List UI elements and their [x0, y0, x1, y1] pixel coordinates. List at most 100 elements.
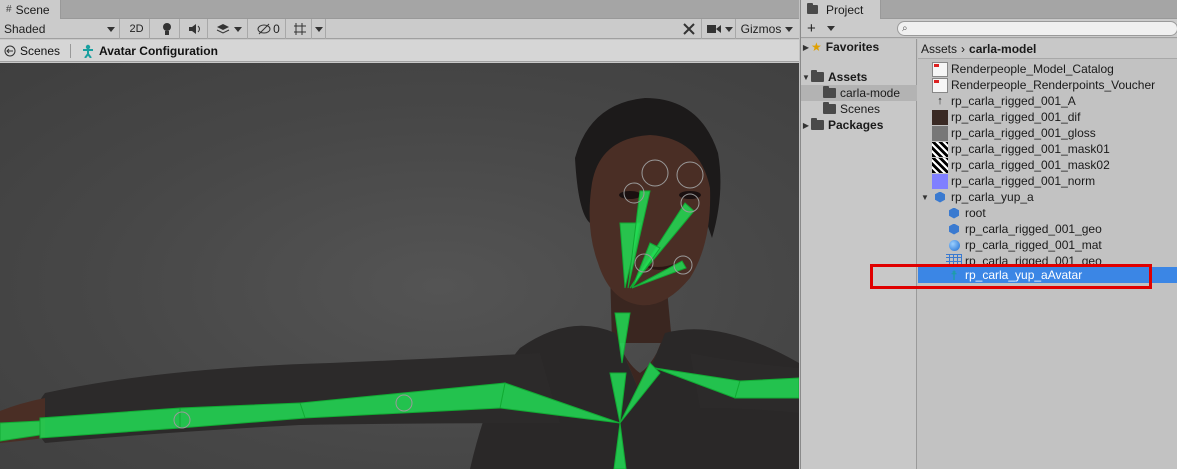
texture-icon [932, 141, 948, 157]
gizmos-label: Gizmos [740, 22, 782, 36]
avatar-icon [83, 44, 94, 58]
expand-arrow-icon[interactable]: ▶ [801, 121, 811, 130]
texture-icon [932, 157, 948, 173]
collapse-arrow-icon[interactable]: ▼ [801, 73, 811, 82]
asset-item[interactable]: Renderpeople_Renderpoints_Voucher [918, 77, 1177, 93]
folder-icon [811, 118, 824, 130]
pdf-icon [932, 61, 948, 77]
breadcrumb-scenes-label: Scenes [20, 43, 61, 58]
hidden-count: 0 [273, 22, 280, 36]
asset-list: Assets › carla-model Renderpeople_Model_… [918, 39, 1177, 469]
tree-item-scenes[interactable]: Scenes [801, 101, 917, 117]
grid-snap-dropdown[interactable] [312, 19, 326, 39]
path-current: carla-model [969, 41, 1037, 56]
effects-dropdown[interactable] [210, 19, 248, 39]
asset-item[interactable]: rp_carla_rigged_001_mask01 [918, 141, 1177, 157]
asset-item[interactable]: rp_carla_rigged_001_norm [918, 173, 1177, 189]
tree-assets-label: Assets [828, 70, 868, 84]
shading-mode-label: Shaded [4, 22, 46, 36]
breadcrumb: Scenes Avatar Configuration [0, 40, 799, 62]
expand-arrow-icon[interactable]: ▶ [801, 43, 811, 52]
chevron-down-icon [233, 26, 242, 32]
tree-favorites-label: Favorites [825, 40, 880, 54]
asset-item-model[interactable]: ▼ rp_carla_yup_a [918, 189, 1177, 205]
tab-project[interactable]: Project [801, 0, 881, 19]
camera-dropdown[interactable] [704, 19, 736, 39]
asset-item[interactable]: Renderpeople_Model_Catalog [918, 61, 1177, 77]
collapse-arrow-icon[interactable]: ▼ [920, 193, 930, 202]
asset-item[interactable]: ↑ rp_carla_rigged_001_A [918, 93, 1177, 109]
create-plus-icon[interactable]: + [807, 20, 816, 37]
material-icon [946, 238, 962, 253]
texture-icon [932, 109, 948, 125]
folder-open-icon [811, 70, 824, 82]
lightbulb-icon [162, 23, 171, 35]
asset-subitem[interactable]: root [918, 205, 1177, 221]
layers-icon [216, 24, 229, 34]
asset-label: rp_carla_rigged_001_A [951, 94, 1076, 108]
avatar-icon: ☨ [950, 267, 958, 283]
asset-subitem[interactable]: rp_carla_rigged_001_geo [918, 221, 1177, 237]
lighting-toggle[interactable] [154, 19, 180, 39]
cube-icon [946, 206, 962, 221]
eye-slash-icon [257, 23, 271, 35]
tree-item-carla-model[interactable]: carla-mode [801, 85, 917, 101]
asset-label: rp_carla_rigged_001_dif [951, 110, 1081, 124]
project-tabbar: Project [801, 0, 1177, 19]
pin-icon: ↑ [937, 94, 943, 107]
tree-item-assets[interactable]: ▼ Assets [801, 69, 917, 85]
hidden-objects-toggle[interactable]: 0 [252, 19, 286, 39]
gizmos-dropdown[interactable]: Gizmos [738, 19, 796, 39]
tree-item-packages[interactable]: ▶ Packages [801, 117, 917, 133]
asset-label: rp_carla_rigged_001_gloss [951, 126, 1096, 140]
toggle-2d-label: 2D [129, 23, 144, 35]
folder-icon [823, 86, 836, 98]
folder-icon [823, 102, 836, 114]
breadcrumb-scenes[interactable]: Scenes [4, 44, 60, 58]
toggle-2d-button[interactable]: 2D [124, 19, 150, 39]
asset-subitem[interactable]: rp_carla_rigged_001_mat [918, 237, 1177, 253]
project-panel: Project + ⌕ ▶ ★ Favorites ▼ Assets carla… [800, 0, 1177, 469]
tree-item-favorites[interactable]: ▶ ★ Favorites [801, 39, 917, 55]
shading-mode-dropdown[interactable]: Shaded [0, 19, 120, 39]
grid-snap-icon [293, 23, 306, 35]
tab-scene-label: Scene [15, 2, 50, 17]
grid-icon: # [6, 4, 12, 15]
asset-item[interactable]: rp_carla_rigged_001_gloss [918, 125, 1177, 141]
tools-button[interactable] [676, 19, 702, 39]
camera-icon [706, 25, 721, 33]
breadcrumb-separator [70, 43, 72, 58]
asset-label: rp_carla_rigged_001_mask01 [951, 142, 1110, 156]
path-root[interactable]: Assets [921, 42, 957, 56]
chevron-down-icon [314, 26, 323, 32]
tab-scene[interactable]: # Scene [0, 0, 61, 19]
asset-label: rp_carla_rigged_001_geo [965, 222, 1102, 236]
texture-icon [932, 173, 948, 189]
folder-tree: ▶ ★ Favorites ▼ Assets carla-mode Scenes… [801, 39, 917, 469]
chevron-down-icon[interactable] [827, 26, 835, 31]
chevron-down-icon [107, 26, 115, 32]
search-input[interactable]: ⌕ [897, 21, 1177, 36]
chevron-down-icon [724, 26, 733, 32]
asset-label: rp_carla_rigged_001_geo [965, 254, 1102, 268]
scene-toolbar: Shaded 2D 0 Gizmos [0, 19, 799, 39]
breadcrumb-avatar-configuration: Avatar Configuration [81, 44, 218, 58]
asset-label: rp_carla_yup_aAvatar [965, 268, 1083, 282]
asset-label: Renderpeople_Model_Catalog [951, 62, 1114, 76]
scene-tabbar: # Scene [0, 0, 799, 19]
tree-carla-label: carla-mode [840, 86, 901, 100]
asset-item[interactable]: rp_carla_rigged_001_dif [918, 109, 1177, 125]
scene-viewport[interactable] [0, 63, 799, 469]
tree-packages-label: Packages [828, 118, 884, 132]
chevron-right-icon: › [961, 41, 966, 56]
pdf-icon [932, 77, 948, 93]
audio-toggle[interactable] [182, 19, 208, 39]
tab-project-label: Project [826, 2, 864, 17]
cube-icon [946, 222, 962, 237]
grid-snap-toggle[interactable] [288, 19, 312, 39]
asset-item[interactable]: rp_carla_rigged_001_mask02 [918, 157, 1177, 173]
asset-label: rp_carla_rigged_001_mask02 [951, 158, 1110, 172]
asset-subitem-avatar-selected[interactable]: ☨ rp_carla_yup_aAvatar [918, 267, 1177, 283]
texture-icon [932, 125, 948, 141]
asset-label: rp_carla_rigged_001_mat [965, 238, 1102, 252]
